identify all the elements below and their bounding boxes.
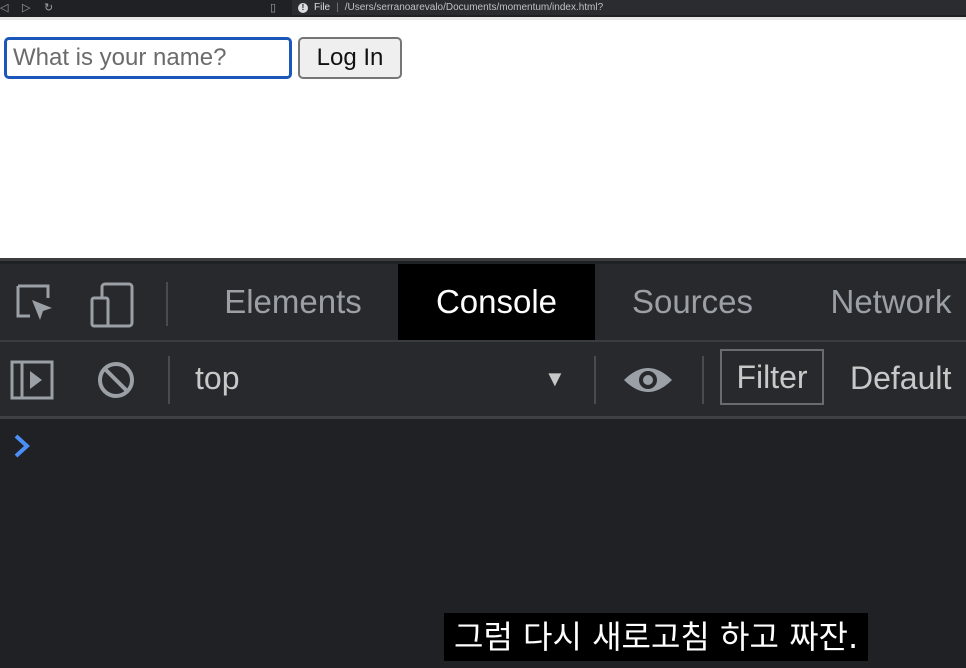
device-toolbar-icon[interactable]: [90, 282, 136, 333]
address-separator: |: [336, 2, 339, 13]
clear-console-icon[interactable]: [96, 360, 136, 405]
context-dropdown-arrow-icon[interactable]: ▼: [544, 366, 566, 392]
live-expression-eye-icon[interactable]: [622, 362, 674, 403]
sidebar-toggle-icon[interactable]: [10, 360, 54, 405]
devtools-panel: Elements Console Sources Network top ▼ F…: [0, 258, 966, 668]
console-prompt-chevron-icon: [12, 433, 32, 464]
toolbar-divider: [702, 356, 704, 404]
forward-icon[interactable]: ▷: [22, 1, 30, 15]
toolbar-divider: [168, 356, 170, 404]
video-subtitle: 그럼 다시 새로고침 하고 짜잔.: [444, 613, 869, 661]
reload-icon[interactable]: ↻: [44, 1, 53, 15]
log-levels-dropdown[interactable]: Default: [850, 358, 951, 398]
name-input[interactable]: [4, 37, 292, 79]
address-url: /Users/serranoarevalo/Documents/momentum…: [344, 2, 604, 13]
toolbar-divider: [594, 356, 596, 404]
tab-elements[interactable]: Elements: [188, 264, 398, 340]
filter-input[interactable]: Filter: [720, 349, 824, 405]
console-toolbar: top ▼ Filter Default: [0, 342, 966, 419]
browser-toolbar: ◁ ▷ ↻ ▯ ! File | /Users/serranoarevalo/D…: [0, 0, 966, 17]
bookmark-icon[interactable]: ▯: [270, 1, 276, 15]
back-icon[interactable]: ◁: [0, 1, 8, 15]
login-button[interactable]: Log In: [298, 37, 402, 79]
tab-console[interactable]: Console: [398, 264, 595, 340]
address-bar[interactable]: ! File | /Users/serranoarevalo/Documents…: [292, 0, 966, 15]
tab-sources[interactable]: Sources: [595, 264, 790, 340]
context-selector-label[interactable]: top: [195, 358, 239, 398]
tabbar-divider: [166, 282, 168, 326]
chrome-divider: [0, 17, 966, 20]
inspect-element-icon[interactable]: [14, 282, 56, 329]
tab-network[interactable]: Network: [806, 264, 966, 340]
devtools-tabbar: Elements Console Sources Network: [0, 264, 966, 342]
info-icon[interactable]: !: [298, 2, 308, 13]
address-scheme-label: File: [314, 2, 331, 13]
